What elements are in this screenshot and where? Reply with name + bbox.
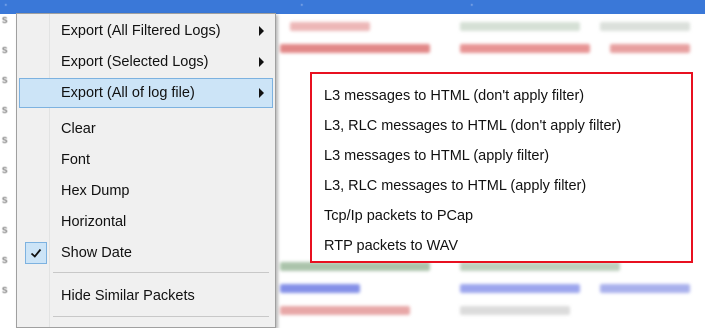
submenu-item-l3-rlc-html-filter[interactable]: L3, RLC messages to HTML (apply filter): [324, 178, 586, 204]
context-menu: Export (All Filtered Logs) Export (Selec…: [16, 13, 276, 328]
menu-item-label: Clear: [61, 121, 96, 137]
menu-separator: [53, 316, 269, 317]
menu-item-label: Horizontal: [61, 214, 127, 230]
menu-item-export-all-of-log-file[interactable]: Export (All of log file): [19, 78, 273, 108]
menu-item-label: Show Date: [61, 245, 132, 261]
menu-item-label: Export (All of log file): [61, 85, 195, 101]
submenu-item-tcpip-pcap[interactable]: Tcp/Ip packets to PCap: [324, 208, 473, 234]
log-row-marker: s: [2, 194, 8, 206]
log-row-marker: s: [2, 74, 8, 86]
menu-item-label: Font: [61, 152, 91, 168]
submenu-arrow-icon: [259, 57, 264, 67]
menu-item-export-selected[interactable]: Export (Selected Logs): [19, 47, 273, 77]
submenu-item-l3-html-filter[interactable]: L3 messages to HTML (apply filter): [324, 148, 549, 174]
menu-item-horizontal[interactable]: Horizontal: [19, 207, 273, 237]
menu-separator: [53, 272, 269, 273]
submenu-arrow-icon: [259, 88, 264, 98]
menu-item-label: Hex Dump: [61, 183, 130, 199]
menu-item-hide-similar-packets[interactable]: Hide Similar Packets: [19, 281, 273, 311]
checkmark-icon: [25, 242, 47, 264]
selected-log-row: · · ·: [0, 0, 705, 14]
log-row-marker: s: [2, 224, 8, 236]
submenu-arrow-icon: [259, 26, 264, 36]
menu-item-label: Hide Similar Packets: [61, 288, 195, 304]
submenu-item-l3-rlc-html-no-filter[interactable]: L3, RLC messages to HTML (don't apply fi…: [324, 118, 621, 144]
menu-item-hex-dump[interactable]: Hex Dump: [19, 176, 273, 206]
menu-item-label: Export (Selected Logs): [61, 54, 209, 70]
menu-item-font[interactable]: Font: [19, 145, 273, 175]
submenu-item-rtp-wav[interactable]: RTP packets to WAV: [324, 238, 458, 264]
menu-item-clear[interactable]: Clear: [19, 114, 273, 144]
menu-item-show-date[interactable]: Show Date: [19, 238, 273, 268]
menu-item-label: Export (All Filtered Logs): [61, 23, 221, 39]
menu-item-export-all-filtered[interactable]: Export (All Filtered Logs): [19, 16, 273, 46]
log-row-marker: s: [2, 104, 8, 116]
log-row-marker: s: [2, 164, 8, 176]
log-row-marker: s: [2, 134, 8, 146]
export-submenu: L3 messages to HTML (don't apply filter)…: [310, 72, 693, 263]
submenu-item-l3-html-no-filter[interactable]: L3 messages to HTML (don't apply filter): [324, 88, 584, 114]
